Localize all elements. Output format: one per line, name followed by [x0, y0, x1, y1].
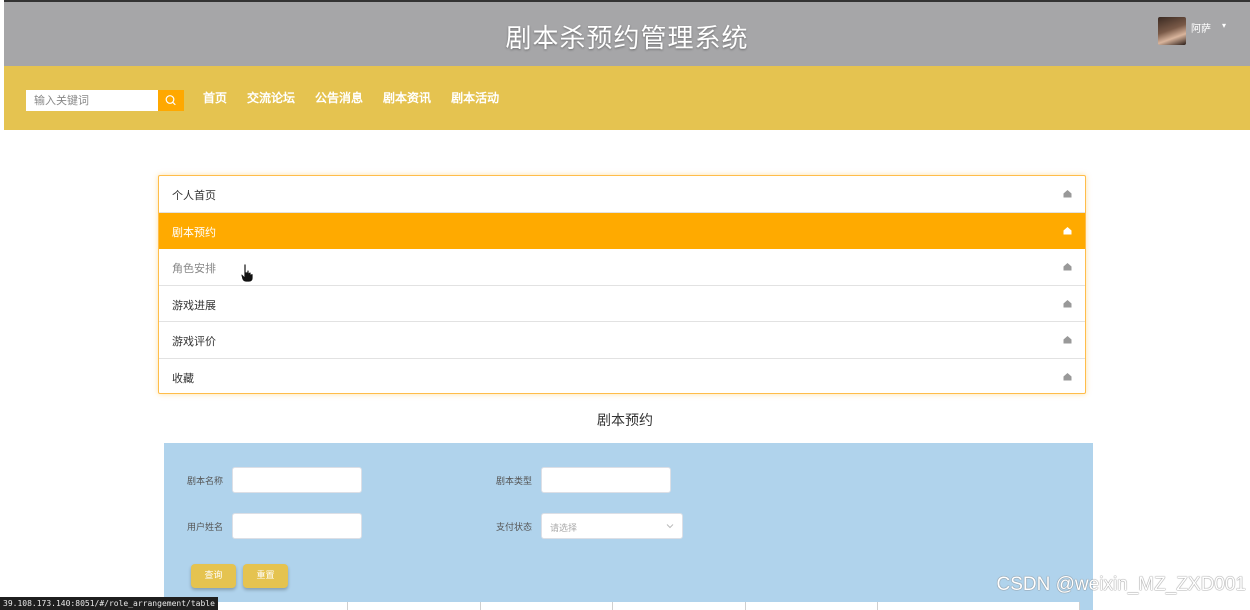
search-input[interactable]: [26, 90, 158, 111]
menu-item-label: 剧本预约: [172, 225, 216, 239]
menu-item-label: 角色安排: [172, 262, 216, 275]
menu-item-label: 个人首页: [172, 189, 216, 202]
watermark: CSDN @weixin_MZ_ZXD001: [996, 574, 1246, 595]
user-name-label: 用户姓名: [187, 523, 224, 533]
header-bar: 剧本杀预约管理系统 阿萨 ▾: [4, 0, 1250, 66]
menu-item-role-arrangement[interactable]: 角色安排: [159, 249, 1085, 286]
menu-item-game-review[interactable]: 游戏评价: [159, 322, 1085, 359]
nav-links: 首页 交流论坛 公告消息 剧本资讯 剧本活动: [203, 90, 499, 106]
nav-link-forum[interactable]: 交流论坛: [247, 90, 295, 106]
home-icon: [1063, 190, 1072, 198]
reset-button[interactable]: 重置: [243, 564, 288, 588]
home-icon: [1063, 372, 1072, 380]
nav-link-announcements[interactable]: 公告消息: [315, 90, 363, 106]
script-name-label: 剧本名称: [187, 477, 224, 487]
menu-item-script-booking[interactable]: 剧本预约: [159, 212, 1085, 249]
query-button[interactable]: 查询: [191, 564, 236, 588]
menu-item-label: 收藏: [172, 371, 194, 385]
home-icon: [1063, 263, 1072, 271]
menu-item-label: 游戏评价: [172, 335, 216, 348]
user-name[interactable]: 阿萨: [1191, 20, 1211, 35]
home-icon: [1063, 299, 1072, 307]
caret-down-icon[interactable]: ▾: [1222, 21, 1226, 30]
script-type-label: 剧本类型: [496, 477, 533, 487]
script-type-input[interactable]: [541, 467, 671, 493]
menu-item-personal-home[interactable]: 个人首页: [159, 176, 1085, 213]
script-name-input[interactable]: [232, 467, 362, 493]
table-header-strip: [187, 602, 1080, 610]
avatar[interactable]: [1158, 17, 1186, 45]
pay-status-select[interactable]: 请选择: [541, 513, 683, 539]
filter-panel: 剧本名称 剧本类型 用户姓名 支付状态 请选择 查询 重置: [164, 443, 1093, 610]
home-icon: [1063, 226, 1072, 234]
menu-item-favorites[interactable]: 收藏: [159, 359, 1085, 394]
chevron-down-icon: [666, 524, 674, 529]
nav-link-home[interactable]: 首页: [203, 90, 227, 106]
menu-item-game-progress[interactable]: 游戏进展: [159, 286, 1085, 322]
nav-link-script-news[interactable]: 剧本资讯: [383, 90, 431, 106]
user-name-input[interactable]: [232, 513, 362, 539]
home-icon: [1063, 336, 1072, 344]
menu-item-label: 游戏进展: [172, 298, 216, 312]
status-bar-url: 39.108.173.140:8051/#/role_arrangement/t…: [0, 597, 218, 610]
pay-status-placeholder: 请选择: [550, 524, 578, 534]
section-title: 剧本预约: [597, 413, 653, 429]
search-icon: [165, 95, 176, 106]
system-title: 剧本杀预约管理系统: [505, 24, 749, 54]
nav-link-script-events[interactable]: 剧本活动: [451, 90, 499, 106]
personal-center-menu: 个人首页 剧本预约 角色安排 游戏进展 游戏评价 收藏: [158, 175, 1086, 394]
search-button[interactable]: [158, 90, 184, 111]
hand-cursor-icon: [240, 263, 254, 283]
pay-status-label: 支付状态: [496, 523, 533, 533]
nav-bar: 首页 交流论坛 公告消息 剧本资讯 剧本活动: [4, 66, 1250, 130]
